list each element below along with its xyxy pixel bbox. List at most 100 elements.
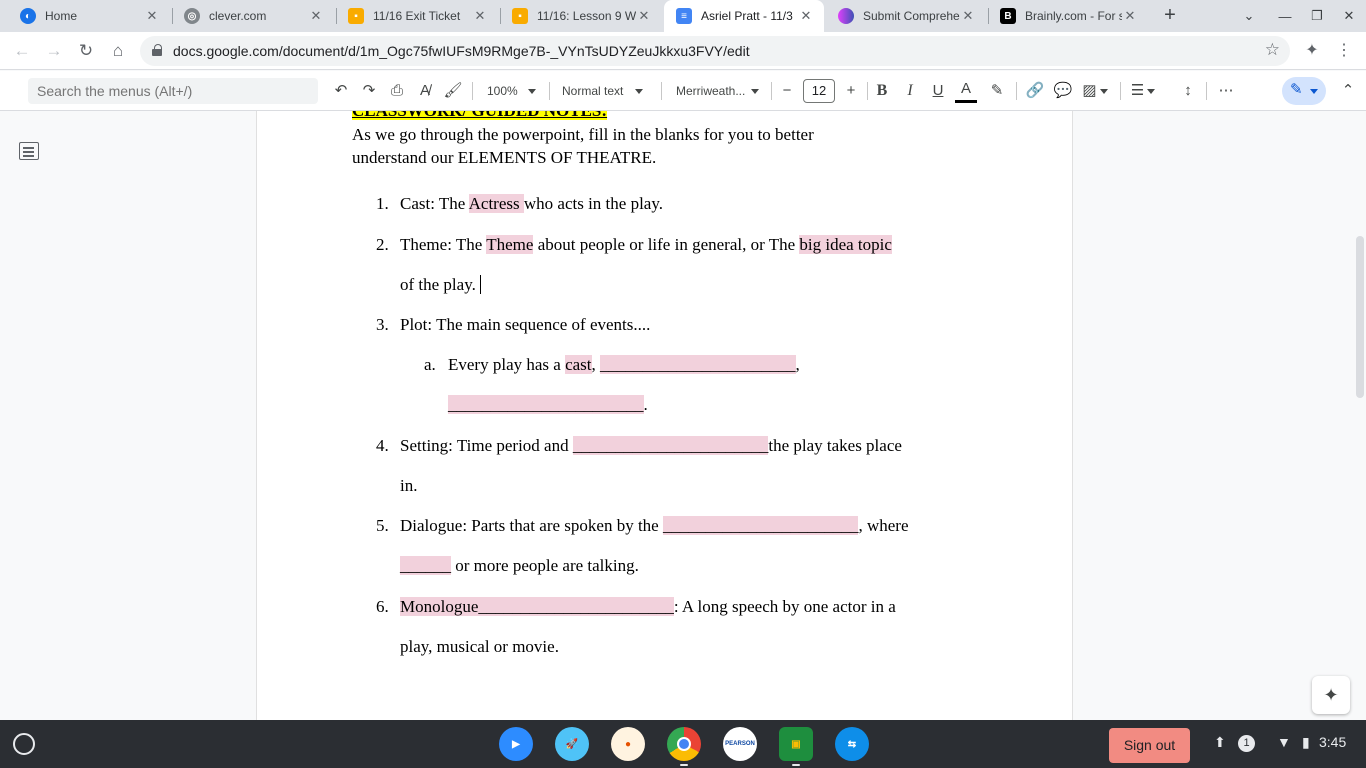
paint-format-icon[interactable]: 🖌 bbox=[442, 79, 464, 103]
list-item-cast: Cast: The Actress who acts in the play. bbox=[400, 194, 663, 213]
tab-brainly[interactable]: B Brainly.com - For s ✕ bbox=[988, 0, 1148, 32]
google-classroom-icon[interactable]: ▣ bbox=[779, 727, 813, 761]
answer-fill: big idea topic bbox=[799, 235, 892, 254]
restore-icon[interactable]: ❐ bbox=[1302, 0, 1332, 32]
blank-fill: ______ bbox=[400, 556, 451, 575]
rocket-icon[interactable]: 🚀 bbox=[555, 727, 589, 761]
docs-toolbar: ↶ ↷ ⎙ A̸ 🖌 100% Normal text Merriweath..… bbox=[0, 71, 1366, 111]
text-color-icon[interactable]: A bbox=[955, 79, 977, 103]
doc-heading: CLASSWORK/ GUIDED NOTES: bbox=[352, 111, 608, 121]
more-vertical-icon[interactable]: ⋮ bbox=[1332, 39, 1356, 63]
tab-lesson-9[interactable]: ▪ 11/16: Lesson 9 W ✕ bbox=[500, 0, 662, 32]
google-classroom-icon: ▪ bbox=[348, 8, 364, 24]
link-icon[interactable]: 🔗 bbox=[1024, 79, 1046, 103]
list-item-dialogue: Dialogue: Parts that are spoken by the _… bbox=[400, 516, 909, 535]
tab-clever[interactable]: ◎ clever.com ✕ bbox=[172, 0, 334, 32]
app-circle-icon[interactable]: ● bbox=[611, 727, 645, 761]
underline-icon[interactable]: U bbox=[927, 79, 949, 103]
back-arrow-icon[interactable]: ← bbox=[10, 39, 34, 63]
extensions-puzzle-icon[interactable]: ✦ bbox=[1300, 39, 1324, 63]
globe-icon: ◎ bbox=[184, 8, 200, 24]
answer-fill: Actress bbox=[468, 194, 524, 213]
intro-line-2: understand our ELEMENTS OF THEATRE. bbox=[352, 148, 657, 167]
vertical-scrollbar[interactable] bbox=[1356, 236, 1364, 398]
answer-fill: cast bbox=[565, 355, 592, 374]
clock-time[interactable]: 3:45 bbox=[1319, 734, 1346, 750]
add-comment-icon[interactable]: 💬 bbox=[1052, 79, 1074, 103]
spellcheck-icon[interactable]: A̸ bbox=[414, 79, 436, 103]
bookmark-star-icon[interactable]: ☆ bbox=[1265, 40, 1280, 60]
explore-sparkle-icon[interactable]: ✦ bbox=[1312, 676, 1350, 714]
close-icon[interactable]: ✕ bbox=[960, 8, 976, 24]
tab-search-chevron-icon[interactable]: ⌄ bbox=[1234, 0, 1264, 32]
tab-submit-comprehension[interactable]: Submit Comprehe ✕ bbox=[826, 0, 986, 32]
zoom-select[interactable]: 100% bbox=[487, 79, 536, 103]
undo-icon[interactable]: ↶ bbox=[330, 79, 352, 103]
list-item-dialogue-cont: ______ or more people are talking. bbox=[400, 556, 639, 575]
line-spacing-icon[interactable]: ↕ bbox=[1176, 79, 1200, 103]
document-outline-icon[interactable] bbox=[19, 142, 39, 160]
reload-icon[interactable]: ↻ bbox=[74, 39, 98, 63]
decrease-font-size-button[interactable]: − bbox=[777, 79, 797, 103]
lock-icon bbox=[152, 44, 162, 56]
answer-fill: Theme bbox=[486, 235, 534, 254]
upload-icon[interactable]: ⬆ bbox=[1214, 734, 1226, 751]
url-text[interactable]: docs.google.com/document/d/1m_Ogc75fwIUF… bbox=[173, 43, 750, 59]
list-number: 3. bbox=[376, 315, 389, 334]
redo-icon[interactable]: ↷ bbox=[358, 79, 380, 103]
print-icon[interactable]: ⎙ bbox=[386, 79, 408, 103]
menu-search-input[interactable] bbox=[28, 78, 318, 104]
battery-icon[interactable]: ▮ bbox=[1302, 734, 1310, 751]
sign-out-button[interactable]: Sign out bbox=[1109, 728, 1190, 763]
document-page[interactable]: CLASSWORK/ GUIDED NOTES: As we go throug… bbox=[256, 111, 1073, 720]
pearson-icon[interactable]: PEARSON bbox=[723, 727, 757, 761]
insert-image-icon[interactable]: ▨ bbox=[1080, 79, 1110, 103]
close-icon[interactable]: ✕ bbox=[1122, 8, 1138, 24]
list-item-theme: Theme: The Theme about people or life in… bbox=[400, 235, 892, 254]
wifi-icon[interactable]: ▼ bbox=[1277, 734, 1291, 750]
tab-google-doc[interactable]: ≡ Asriel Pratt - 11/3 ✕ bbox=[664, 0, 824, 32]
notification-count-badge[interactable]: 1 bbox=[1238, 735, 1255, 752]
tab-exit-ticket[interactable]: ▪ 11/16 Exit Ticket ✕ bbox=[336, 0, 498, 32]
launcher-icon[interactable] bbox=[13, 733, 35, 755]
list-number: 6. bbox=[376, 597, 389, 616]
list-subitem-a-cont: _______________________. bbox=[448, 395, 648, 414]
omnibox[interactable]: docs.google.com/document/d/1m_Ogc75fwIUF… bbox=[140, 36, 1290, 66]
minimize-icon[interactable]: — bbox=[1270, 0, 1300, 32]
close-window-icon[interactable]: ✕ bbox=[1334, 0, 1364, 32]
italic-icon[interactable]: I bbox=[899, 79, 921, 103]
close-icon[interactable]: ✕ bbox=[636, 8, 652, 24]
font-select[interactable]: Merriweath... bbox=[676, 79, 760, 103]
align-left-icon[interactable]: ☰ bbox=[1128, 79, 1158, 103]
increase-font-size-button[interactable]: + bbox=[841, 79, 861, 103]
forward-arrow-icon[interactable]: → bbox=[42, 39, 66, 63]
close-icon[interactable]: ✕ bbox=[144, 8, 160, 24]
paragraph-style-select[interactable]: Normal text bbox=[562, 79, 644, 103]
highlight-pen-icon[interactable]: ✎ bbox=[986, 79, 1008, 103]
new-tab-button[interactable]: + bbox=[1158, 4, 1182, 28]
intro-line-1: As we go through the powerpoint, fill in… bbox=[352, 125, 814, 144]
editing-mode-button[interactable]: ✎ bbox=[1282, 77, 1326, 105]
google-classroom-icon: ▪ bbox=[512, 8, 528, 24]
zoom-icon[interactable]: ▶ bbox=[499, 727, 533, 761]
home-icon[interactable]: ⌂ bbox=[106, 39, 130, 63]
chrome-icon[interactable] bbox=[667, 727, 701, 761]
more-horizontal-icon[interactable]: ⋯ bbox=[1214, 79, 1238, 103]
blank-fill: _______________________ bbox=[572, 436, 769, 455]
list-number: 5. bbox=[376, 516, 389, 535]
close-icon[interactable]: ✕ bbox=[308, 8, 324, 24]
list-item-setting: Setting: Time period and _______________… bbox=[400, 436, 902, 455]
list-number: 2. bbox=[376, 235, 389, 254]
close-icon[interactable]: ✕ bbox=[798, 8, 814, 24]
list-item-monologue: Monologue_______________________: A long… bbox=[400, 597, 896, 616]
teamviewer-icon[interactable]: ⇆ bbox=[835, 727, 869, 761]
answer-fill: Monologue_______________________ bbox=[400, 597, 674, 616]
collapse-menus-chevron-icon[interactable]: ⌃ bbox=[1338, 79, 1358, 103]
font-size-input[interactable]: 12 bbox=[803, 79, 835, 103]
close-icon[interactable]: ✕ bbox=[472, 8, 488, 24]
list-item-theme-cont: of the play. bbox=[400, 275, 481, 295]
list-item-monologue-cont: play, musical or movie. bbox=[400, 637, 559, 656]
quiz-logo-icon bbox=[838, 8, 854, 24]
tab-home[interactable]: ◐ Home ✕ bbox=[8, 0, 170, 32]
bold-icon[interactable]: B bbox=[871, 79, 893, 103]
